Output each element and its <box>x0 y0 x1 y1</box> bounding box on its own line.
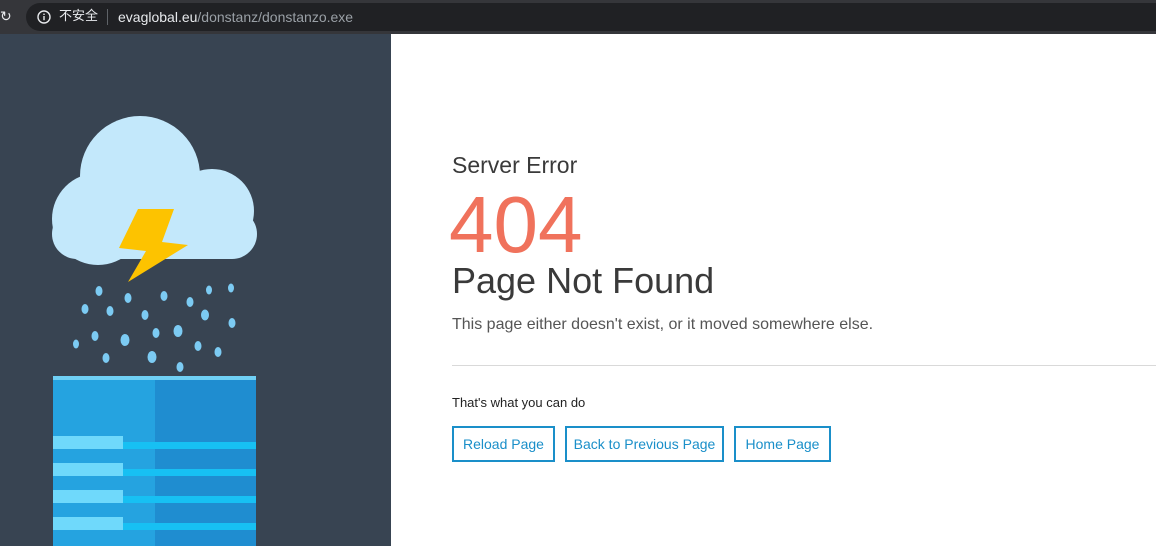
reload-icon[interactable]: ↻ <box>0 9 14 25</box>
url-text[interactable]: evaglobal.eu/donstanz/donstanzo.exe <box>118 8 353 26</box>
url-path: /donstanz/donstanzo.exe <box>197 9 354 25</box>
error-illustration <box>52 116 257 546</box>
server-building-icon <box>53 376 256 546</box>
home-page-button[interactable]: Home Page <box>734 426 831 462</box>
address-separator <box>107 9 108 25</box>
error-content: Server Error 404 Page Not Found This pag… <box>449 0 1156 546</box>
actions-label: That's what you can do <box>452 395 586 410</box>
error-code: 404 <box>449 180 583 269</box>
raindrop-icon <box>73 283 236 372</box>
error-subtitle: Server Error <box>452 152 578 178</box>
illustration-panel <box>0 34 391 546</box>
security-label: 不安全 <box>59 9 99 24</box>
url-host: evaglobal.eu <box>118 9 198 25</box>
info-icon[interactable] <box>37 10 51 24</box>
page-title: Page Not Found <box>452 260 715 301</box>
back-to-previous-page-button[interactable]: Back to Previous Page <box>565 426 724 462</box>
divider <box>452 365 1156 366</box>
error-description: This page either doesn't exist, or it mo… <box>452 316 874 333</box>
reload-page-button[interactable]: Reload Page <box>452 426 555 462</box>
